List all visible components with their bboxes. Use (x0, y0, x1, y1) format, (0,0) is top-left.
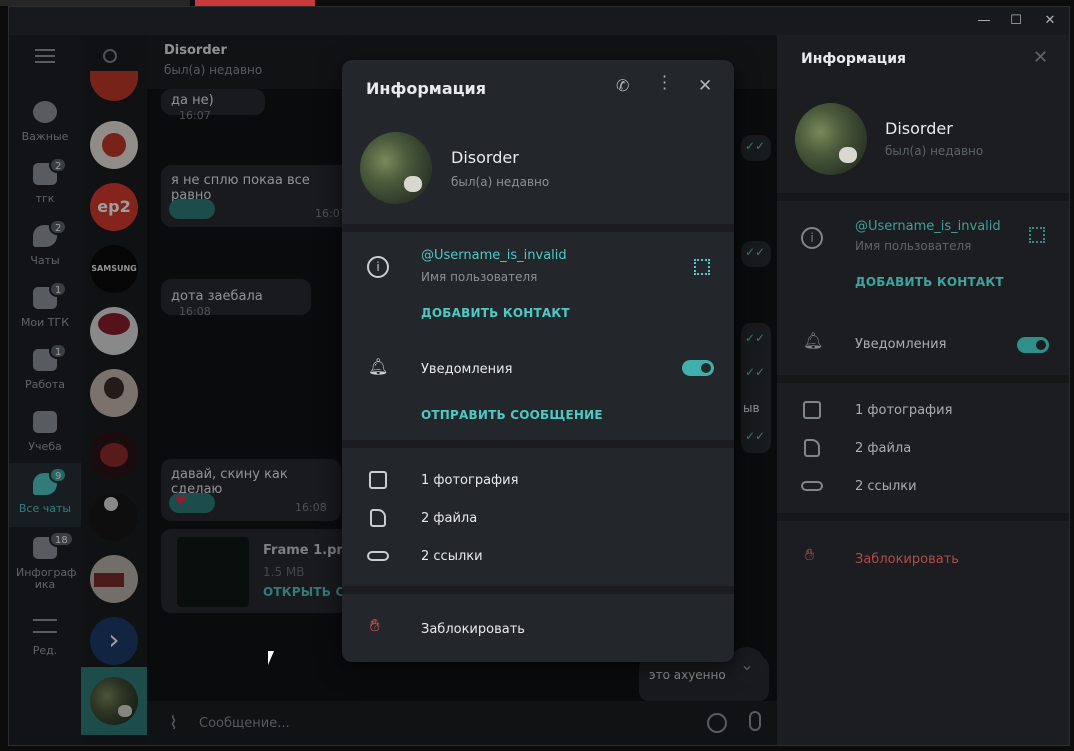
notifications-label: Уведомления (421, 362, 513, 377)
profile-status: был(а) недавно (885, 144, 984, 158)
file-icon (804, 439, 820, 457)
more-options-icon[interactable]: · · · (662, 69, 667, 97)
media-files-item[interactable]: 2 файла (421, 511, 477, 526)
info-modal: Информация ✆ · · · ✕ Disorder был(а) недав… (342, 60, 734, 662)
bell-icon: 🔔︎ (803, 331, 824, 350)
media-links-item[interactable]: 2 ссылки (421, 549, 483, 564)
username-label: Имя пользователя (855, 239, 972, 253)
close-window-button[interactable]: ✕ (1035, 11, 1065, 31)
info-side-panel: Информация ✕ Disorder был(а) недавно i @… (777, 35, 1069, 745)
media-files-item[interactable]: 2 файла (855, 441, 911, 456)
username-label: Имя пользователя (421, 270, 538, 284)
close-icon[interactable]: ✕ (1033, 47, 1048, 68)
add-contact-button[interactable]: ДОБАВИТЬ КОНТАКТ (421, 306, 570, 320)
mouse-cursor (268, 651, 274, 665)
profile-name: Disorder (451, 148, 519, 167)
section-divider (342, 586, 734, 594)
media-photos-item[interactable]: 1 фотография (855, 403, 952, 418)
send-message-button[interactable]: ОТПРАВИТЬ СООБЩЕНИЕ (421, 408, 603, 422)
notifications-label: Уведомления (855, 337, 947, 352)
media-photos-item[interactable]: 1 фотография (421, 473, 518, 488)
block-button[interactable]: Заблокировать (855, 552, 959, 567)
qr-code-icon[interactable] (1029, 227, 1045, 243)
link-icon (367, 551, 389, 561)
username-link[interactable]: @Username_is_invalid (855, 219, 1001, 234)
info-icon: i (367, 256, 389, 278)
profile-avatar[interactable] (795, 103, 867, 175)
section-divider (342, 224, 734, 232)
profile-status: был(а) недавно (451, 175, 550, 189)
maximize-button[interactable]: ☐ (1001, 11, 1031, 31)
side-panel-title: Информация (801, 51, 906, 67)
info-icon: i (801, 227, 823, 249)
title-bar: — ☐ ✕ (9, 7, 1069, 35)
block-hand-icon: ✋︎ (370, 616, 380, 636)
modal-title: Информация (366, 79, 486, 98)
call-icon[interactable]: ✆ (616, 76, 629, 95)
photo-icon (369, 471, 387, 489)
bell-icon: 🔔︎ (368, 357, 389, 376)
photo-icon (803, 401, 821, 419)
minimize-button[interactable]: — (969, 11, 999, 31)
file-icon (370, 509, 386, 527)
add-contact-button[interactable]: ДОБАВИТЬ КОНТАКТ (855, 275, 1004, 289)
notifications-toggle[interactable] (1017, 337, 1049, 353)
notifications-toggle[interactable] (682, 360, 714, 376)
username-link[interactable]: @Username_is_invalid (421, 248, 567, 263)
section-divider (777, 513, 1069, 521)
profile-name: Disorder (885, 119, 953, 138)
section-divider (777, 193, 1069, 201)
block-hand-icon: ✋︎ (805, 545, 815, 564)
block-button[interactable]: Заблокировать (421, 622, 525, 637)
section-divider (342, 440, 734, 448)
media-links-item[interactable]: 2 ссылки (855, 479, 917, 494)
section-divider (777, 375, 1069, 383)
close-icon[interactable]: ✕ (698, 76, 712, 96)
link-icon (801, 481, 823, 491)
profile-avatar[interactable] (360, 132, 432, 204)
qr-code-icon[interactable] (694, 259, 710, 275)
